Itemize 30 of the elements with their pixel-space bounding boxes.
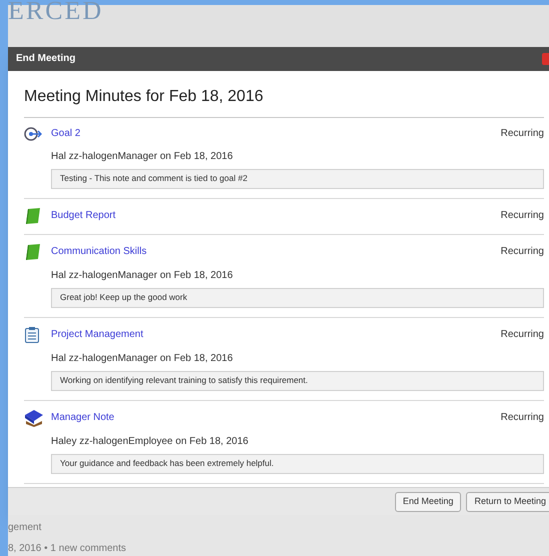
comment-box: Working on identifying relevant training to satisfy this requirement. [51,370,544,391]
comment-box: Testing - This note and comment is tied to goal #2 [51,168,544,189]
item-link[interactable]: Goal 2 [51,126,80,142]
item-link[interactable]: Project Management [51,327,144,342]
recurrence-label: Recurring [500,127,544,142]
target-icon [24,126,42,142]
footer-button[interactable]: End Meeting [394,492,462,512]
footer-button[interactable]: Return to Meeting [466,492,549,512]
minutes-heading: Meeting Minutes for Feb 18, 2016 [24,88,264,105]
author-line: Haley zz-halogenEmployee on Feb 18, 2016 [51,434,250,449]
item-link[interactable]: Communication Skills [51,244,147,260]
book-icon [24,206,42,225]
recurrence-label: Recurring [500,328,544,342]
recurrence-label: Recurring [500,411,544,426]
recurrence-label: Recurring [500,209,544,224]
book-icon [24,242,42,261]
comment-box: Great job! Keep up the good work [51,288,544,308]
dialog-title: End Meeting [16,52,76,66]
author-line: Hal zz-halogenManager on Feb 18, 2016 [51,268,234,283]
item-link[interactable]: Budget Report [51,208,116,224]
recurrence-label: Recurring [500,245,544,260]
author-line: Hal zz-halogenManager on Feb 18, 2016 [51,352,234,366]
books-icon [24,408,44,427]
clipboard-icon [24,326,40,344]
background-item-meta: 8, 2016 • 1 new comments [8,542,128,556]
comment-box: Your guidance and feedback has been extremely helpful. [51,454,544,474]
author-line: Hal zz-halogenManager on Feb 18, 2016 [51,150,234,164]
background-item-title: gement [8,521,42,535]
item-link[interactable]: Manager Note [51,410,114,426]
logo-text: ERCED [8,1,104,21]
